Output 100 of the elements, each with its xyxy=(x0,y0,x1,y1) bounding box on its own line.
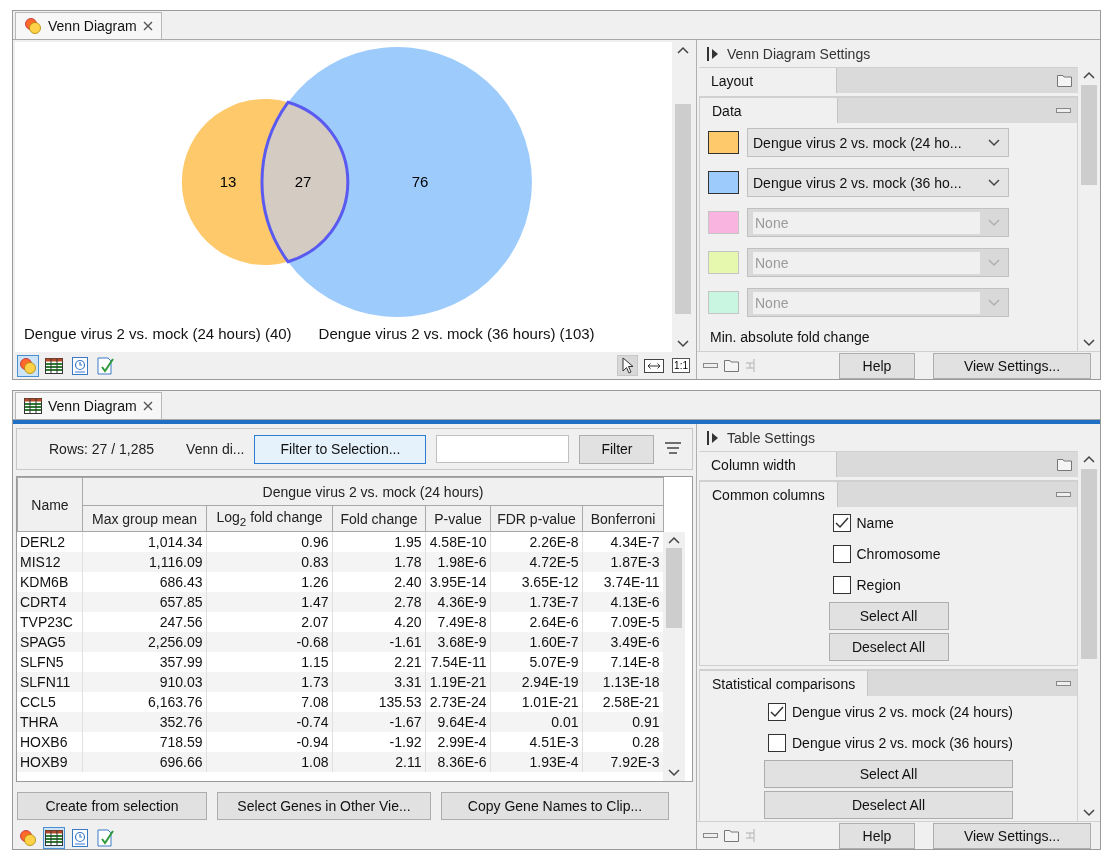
panel-title: Table Settings xyxy=(727,429,815,446)
chevron-up-icon[interactable] xyxy=(1083,71,1095,79)
group-dropdown[interactable]: Dengue virus 2 vs. mock (36 ho... xyxy=(747,168,1009,197)
chevron-up-icon[interactable] xyxy=(1083,455,1095,463)
table-cell: 4.20 xyxy=(332,612,425,632)
column-header[interactable]: Bonferroni xyxy=(582,505,664,532)
close-icon[interactable] xyxy=(142,401,153,411)
venn-overlap[interactable] xyxy=(260,100,350,264)
copy-names-button[interactable]: Copy Gene Names to Clip... xyxy=(441,792,669,820)
table-cell: 4.13E-6 xyxy=(582,592,663,612)
section-header[interactable]: Statistical comparisons xyxy=(700,670,1077,696)
table-cell: 696.66 xyxy=(82,752,206,772)
checked-document-icon xyxy=(97,828,115,847)
chevron-down-icon[interactable] xyxy=(677,340,689,348)
chevron-up-icon[interactable] xyxy=(677,46,689,54)
minimize-icon[interactable] xyxy=(1056,491,1071,498)
chevron-up-icon[interactable] xyxy=(668,536,680,544)
table-cell: 0.91 xyxy=(582,712,663,732)
table-cell: 7.08 xyxy=(206,692,332,712)
table-cell: 3.68E-9 xyxy=(425,632,490,652)
vertical-scrollbar[interactable] xyxy=(672,42,694,352)
menu-icon[interactable] xyxy=(664,441,683,457)
checkbox-label[interactable]: Dengue virus 2 vs. mock (24 hours) xyxy=(792,704,1013,720)
collapse-panel-icon[interactable] xyxy=(707,45,719,62)
table-cell: 910.03 xyxy=(82,672,206,692)
column-header[interactable]: Name xyxy=(17,477,83,532)
view-settings-button[interactable]: View Settings... xyxy=(933,822,1091,849)
checkbox[interactable] xyxy=(768,703,786,721)
table-cell: 3.65E-12 xyxy=(490,572,582,592)
select-button[interactable]: Select All xyxy=(828,602,949,630)
checkbox-option[interactable]: Name xyxy=(828,509,949,537)
folder-icon[interactable] xyxy=(1057,74,1072,87)
scrollbar-thumb[interactable] xyxy=(666,548,682,628)
scrollbar-thumb[interactable] xyxy=(675,104,691,314)
folder-icon[interactable] xyxy=(1057,458,1072,471)
filter-to-selection-button[interactable]: Filter to Selection... xyxy=(254,434,427,464)
scrollbar-thumb[interactable] xyxy=(1081,469,1097,659)
checkbox-option[interactable]: Chromosome xyxy=(828,540,949,568)
select-button[interactable]: Deselect All xyxy=(828,633,949,661)
checkbox[interactable] xyxy=(768,734,786,752)
pointer-icon xyxy=(621,357,634,374)
venn-region[interactable] xyxy=(182,99,288,265)
table-cell: 718.59 xyxy=(82,732,206,752)
checkbox[interactable] xyxy=(832,545,851,563)
checkbox-label[interactable]: Dengue virus 2 vs. mock (36 hours) xyxy=(792,735,1013,751)
select-button[interactable]: Deselect All xyxy=(764,791,1013,819)
tool-button[interactable]: 1:1 xyxy=(670,355,692,376)
checkbox-label[interactable]: Region xyxy=(856,577,901,593)
view-button[interactable] xyxy=(43,826,65,849)
help-button[interactable]: Help xyxy=(839,352,915,379)
collapse-panel-icon[interactable] xyxy=(707,429,719,446)
view-settings-button[interactable]: View Settings... xyxy=(933,352,1091,379)
create-button[interactable]: Create from selection xyxy=(17,792,207,820)
table-cell: -1.92 xyxy=(332,732,425,752)
filter-button[interactable]: Filter xyxy=(579,434,655,464)
column-header[interactable]: Max group mean xyxy=(82,505,207,532)
checkbox-option[interactable]: Region xyxy=(828,571,949,599)
minimize-icon[interactable] xyxy=(1056,680,1071,687)
help-button[interactable]: Help xyxy=(839,822,915,849)
column-header[interactable]: Log$_{2}$ fold change xyxy=(206,505,333,532)
chevron-down-icon[interactable] xyxy=(668,769,680,777)
section-header[interactable]: Common columns xyxy=(700,481,1077,507)
minimize-icon[interactable] xyxy=(703,832,718,839)
select-button[interactable]: Select All xyxy=(764,760,1013,788)
minimize-icon[interactable] xyxy=(703,362,718,369)
table-cell: 2.73E-24 xyxy=(425,692,490,712)
section-header[interactable]: Column width xyxy=(699,451,1078,477)
chevron-down-icon[interactable] xyxy=(1083,339,1095,347)
column-header[interactable]: Fold change xyxy=(332,505,426,532)
checkbox[interactable] xyxy=(832,576,851,594)
filter-input[interactable] xyxy=(436,435,570,463)
checkbox-label[interactable]: Name xyxy=(856,515,894,531)
checkbox-label[interactable]: Chromosome xyxy=(856,546,941,562)
color-swatch[interactable] xyxy=(708,131,739,154)
section-header[interactable]: Layout xyxy=(699,67,1078,93)
table-cell: -0.74 xyxy=(206,712,332,732)
table-cell: 1.93E-4 xyxy=(490,752,582,772)
tool-button[interactable] xyxy=(617,355,639,376)
section-header[interactable]: Data xyxy=(700,97,1077,123)
color-swatch[interactable] xyxy=(708,171,739,194)
table-cell: TVP23C xyxy=(17,612,82,632)
close-icon[interactable] xyxy=(142,21,153,31)
table-cell: 1.19E-21 xyxy=(425,672,490,692)
folder-icon[interactable] xyxy=(724,829,739,842)
panel-title: Venn Diagram Settings xyxy=(727,45,871,62)
checkbox-option[interactable]: Dengue virus 2 vs. mock (24 hours) xyxy=(764,698,1013,726)
minimize-icon[interactable] xyxy=(1056,107,1071,114)
column-header[interactable]: FDR p-value xyxy=(490,505,583,532)
table-cell: 2.21 xyxy=(332,652,425,672)
chevron-down-icon[interactable] xyxy=(1083,809,1095,817)
folder-icon[interactable] xyxy=(724,359,739,372)
select-genes-button[interactable]: Select Genes in Other Vie... xyxy=(217,792,431,820)
group-dropdown[interactable]: Dengue virus 2 vs. mock (24 ho... xyxy=(747,128,1009,157)
document-tab[interactable]: Venn Diagram xyxy=(15,392,162,419)
document-tab[interactable]: Venn Diagram xyxy=(15,12,162,39)
scrollbar-thumb[interactable] xyxy=(1081,85,1097,185)
table-cell: 1.78 xyxy=(332,552,425,572)
vertical-scrollbar[interactable] xyxy=(663,532,685,781)
checkbox[interactable] xyxy=(832,514,851,532)
checkbox-option[interactable]: Dengue virus 2 vs. mock (36 hours) xyxy=(764,729,1013,757)
